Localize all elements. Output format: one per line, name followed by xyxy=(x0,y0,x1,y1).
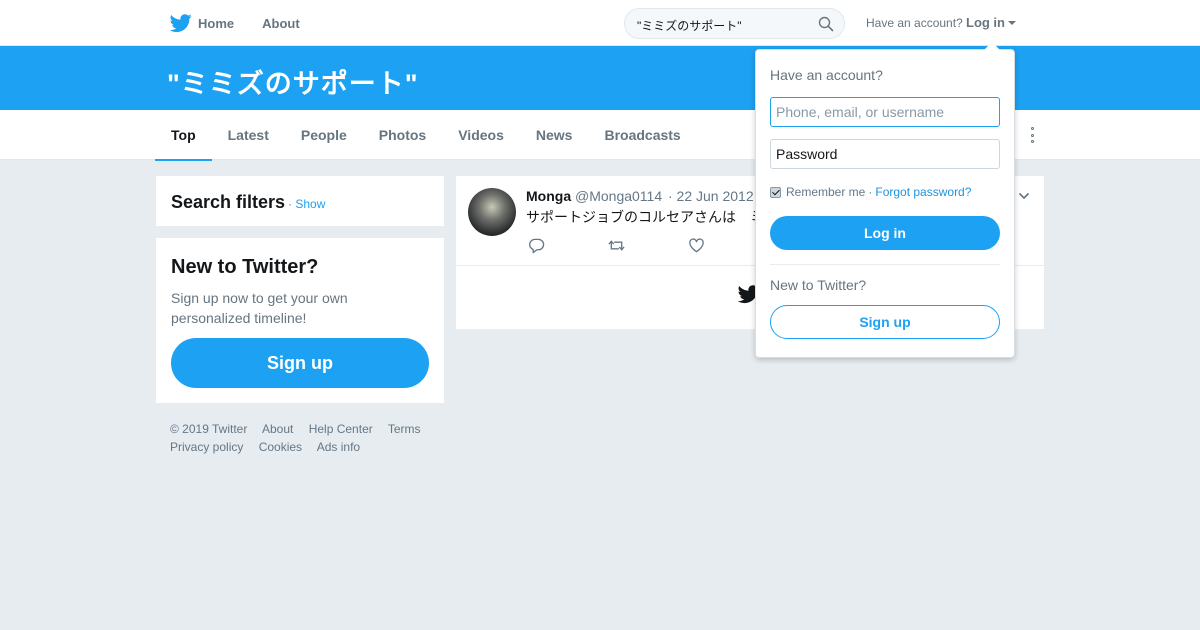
filters-separator: · xyxy=(288,197,292,211)
tweet-timestamp[interactable]: · 22 Jun 2012 xyxy=(668,188,754,204)
login-dropdown: Have an account? Remember me · Forgot pa… xyxy=(755,42,1015,358)
login-link-label: Log in xyxy=(966,15,1005,30)
top-navigation-bar: Home About "ミミズのサポート" Have an account? L… xyxy=(0,0,1200,46)
tweet-text: サポートジョブのコルセアさんは ミ xyxy=(526,209,764,225)
login-button[interactable]: Log in xyxy=(770,216,1000,250)
remember-me-checkbox[interactable] xyxy=(770,186,781,198)
reply-button[interactable] xyxy=(528,237,608,255)
footer-row-2: Privacy policy Cookies Ads info xyxy=(170,438,440,456)
tab-people[interactable]: People xyxy=(285,110,363,160)
retweet-button[interactable] xyxy=(608,237,688,255)
tweet-author-name[interactable]: Monga xyxy=(526,188,571,204)
search-filters-title: Search filters xyxy=(171,192,286,212)
tab-photos[interactable]: Photos xyxy=(363,110,442,160)
footer-link-about[interactable]: About xyxy=(262,422,293,436)
chevron-down-icon[interactable] xyxy=(1018,190,1030,202)
nav-about-link[interactable]: About xyxy=(262,16,300,31)
show-filters-link[interactable]: Show xyxy=(295,197,325,211)
footer-link-ads-info[interactable]: Ads info xyxy=(317,440,360,454)
tab-news[interactable]: News xyxy=(520,110,589,160)
tab-videos[interactable]: Videos xyxy=(442,110,520,160)
login-dropdown-toggle[interactable]: Log in xyxy=(966,15,1016,30)
footer-copyright: © 2019 Twitter xyxy=(170,422,248,436)
search-query-text: "ミミズのサポート" xyxy=(637,19,742,33)
tab-top[interactable]: Top xyxy=(155,110,212,161)
dropdown-signup-button[interactable]: Sign up xyxy=(770,305,1000,339)
footer-link-privacy[interactable]: Privacy policy xyxy=(170,440,243,454)
search-icon[interactable] xyxy=(818,16,834,32)
search-banner: "ミミズのサポート" xyxy=(0,46,1200,110)
tab-broadcasts[interactable]: Broadcasts xyxy=(588,110,696,160)
remember-row: Remember me · Forgot password? xyxy=(770,185,971,199)
search-filters-show: · Show xyxy=(288,197,325,211)
search-filters-card: Search filters · Show xyxy=(156,176,444,226)
remember-me-label[interactable]: Remember me xyxy=(786,185,865,199)
tab-latest[interactable]: Latest xyxy=(212,110,285,160)
more-options-icon[interactable] xyxy=(1026,127,1038,143)
search-tab-bar: Top Latest People Photos Videos News Bro… xyxy=(0,110,1200,161)
forgot-password-link[interactable]: Forgot password? xyxy=(875,185,971,199)
tweet-actions xyxy=(528,237,768,255)
footer-row-1: © 2019 Twitter About Help Center Terms xyxy=(170,420,440,438)
dropdown-divider xyxy=(770,264,1000,265)
password-field[interactable] xyxy=(770,139,1000,169)
footer-link-terms[interactable]: Terms xyxy=(388,422,421,436)
remember-separator: · xyxy=(868,185,873,199)
search-input[interactable]: "ミミズのサポート" xyxy=(624,8,845,39)
nav-links: Home About xyxy=(170,0,328,46)
reply-icon xyxy=(529,238,545,254)
new-to-twitter-title: New to Twitter? xyxy=(171,256,319,278)
nav-home-label: Home xyxy=(198,15,235,31)
caret-down-icon xyxy=(1008,20,1016,25)
new-to-twitter-heading: New to Twitter? xyxy=(770,277,867,293)
tweet-author-handle[interactable]: @Monga0114 xyxy=(575,188,662,204)
search-query-title: "ミミズのサポート" xyxy=(167,69,419,99)
nav-home-link[interactable]: Home xyxy=(170,12,234,34)
footer-link-help-center[interactable]: Help Center xyxy=(309,422,373,436)
signup-button[interactable]: Sign up xyxy=(171,338,429,388)
retweet-icon xyxy=(608,240,625,251)
footer: © 2019 Twitter About Help Center Terms P… xyxy=(170,420,440,456)
avatar[interactable] xyxy=(468,188,516,236)
twitter-bird-icon xyxy=(170,14,192,33)
footer-link-cookies[interactable]: Cookies xyxy=(259,440,302,454)
heart-icon xyxy=(689,238,704,253)
new-to-twitter-card: New to Twitter? Sign up now to get your … xyxy=(156,238,444,403)
have-account-text: Have an account? xyxy=(866,16,963,30)
new-to-twitter-text: Sign up now to get your own personalized… xyxy=(171,290,348,326)
username-field[interactable] xyxy=(770,97,1000,127)
login-dropdown-heading: Have an account? xyxy=(770,67,883,83)
search-tabs: Top Latest People Photos Videos News Bro… xyxy=(155,110,697,161)
